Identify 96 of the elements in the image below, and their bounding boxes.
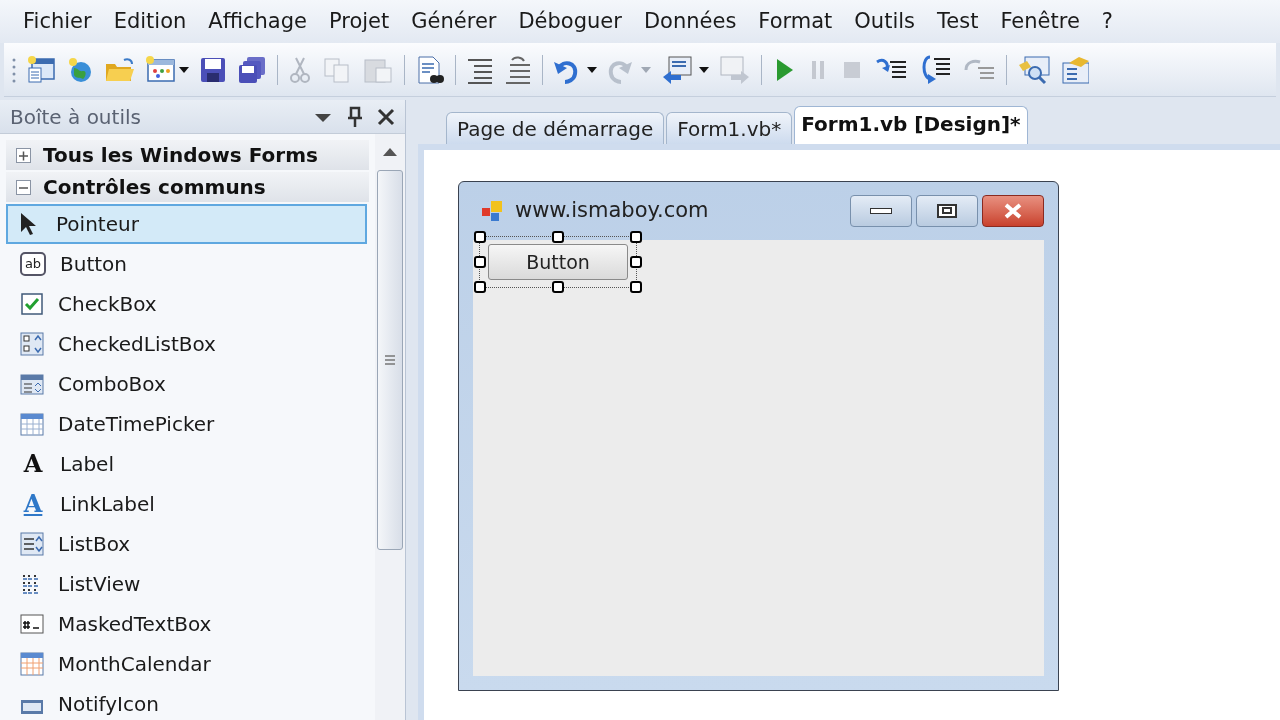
dropdown-icon[interactable] — [315, 113, 331, 124]
item-label: MaskedTextBox — [58, 611, 212, 638]
caret-icon[interactable] — [587, 66, 597, 73]
form-icon — [479, 199, 505, 223]
resize-handle[interactable] — [630, 281, 642, 293]
close-button[interactable] — [982, 195, 1044, 227]
item-label: Pointeur — [56, 211, 139, 238]
item-label: LinkLabel — [60, 491, 155, 518]
menu-item[interactable]: Test — [928, 5, 988, 38]
add-item-icon[interactable] — [146, 55, 176, 84]
navigate-back-icon[interactable] — [661, 54, 693, 85]
item-label: ListView — [58, 571, 141, 598]
maximize-button[interactable] — [916, 195, 978, 227]
toolbox-item[interactable]: A LinkLabel — [6, 484, 367, 524]
resize-handle[interactable] — [474, 231, 486, 243]
pin-icon[interactable] — [347, 105, 363, 128]
menu-item[interactable]: Edition — [104, 5, 196, 38]
link-letter-icon: A — [20, 492, 46, 516]
document-search-icon[interactable] — [415, 54, 445, 85]
minimize-button[interactable] — [850, 195, 912, 227]
category-header[interactable]: Contrôles communs — [6, 172, 369, 202]
menu-item[interactable]: Déboguer — [509, 5, 631, 38]
item-label: CheckBox — [58, 291, 157, 318]
document-tab[interactable]: Page de démarrage — [446, 112, 665, 144]
expand-icon[interactable] — [16, 147, 31, 163]
item-label: Button — [60, 251, 127, 278]
toolbox-item[interactable]: NotifyIcon — [6, 684, 367, 720]
menu-item[interactable]: Affichage — [199, 5, 316, 38]
letter-icon: A — [20, 452, 46, 476]
item-label: ComboBox — [58, 371, 166, 398]
menu-item[interactable]: Outils — [845, 5, 925, 38]
maximize-icon — [937, 204, 957, 218]
toolbox-item[interactable]: ListBox — [6, 524, 367, 564]
menu-item[interactable]: ? — [1092, 5, 1122, 38]
form-button[interactable]: Button — [488, 244, 628, 280]
combo-box-icon — [20, 372, 44, 396]
toolbox-item[interactable]: A Label — [6, 444, 367, 484]
panel-title: Boîte à outils — [10, 103, 142, 131]
toolbox-item[interactable]: DateTimePicker — [6, 404, 367, 444]
category-label: Contrôles communs — [43, 174, 266, 201]
item-label: NotifyIcon — [58, 691, 159, 718]
properties-icon[interactable] — [1061, 54, 1089, 85]
item-label: MonthCalendar — [58, 651, 211, 678]
toolbox-item[interactable]: MaskedTextBox — [6, 604, 367, 644]
outdent-icon[interactable] — [504, 55, 532, 84]
globe-icon[interactable] — [66, 55, 94, 84]
scrollbar[interactable] — [375, 134, 405, 720]
resize-handle[interactable] — [474, 256, 486, 268]
window-title: www.ismaboy.com — [515, 197, 710, 225]
resize-handle[interactable] — [630, 231, 642, 243]
masked-field-icon — [20, 612, 44, 636]
toolbox-item[interactable]: MonthCalendar — [6, 644, 367, 684]
toolbox-item[interactable]: ComboBox — [6, 364, 367, 404]
save-icon[interactable] — [199, 55, 227, 84]
toolbox-item[interactable]: Pointeur — [6, 204, 367, 244]
category-label: Tous les Windows Forms — [43, 142, 318, 169]
calendar-icon — [20, 652, 44, 676]
menu-item[interactable]: Fichier — [14, 5, 101, 38]
toolbox-item[interactable]: ListView — [6, 564, 367, 604]
toolbox-item[interactable]: CheckedListBox — [6, 324, 367, 364]
document-tab[interactable]: Form1.vb [Design]* — [794, 106, 1028, 144]
find-window-icon[interactable] — [1017, 54, 1051, 85]
toolbox-item[interactable]: CheckBox — [6, 284, 367, 324]
calendar-grid-icon — [20, 412, 44, 436]
minimize-icon — [870, 208, 892, 214]
menu-item[interactable]: Format — [749, 5, 842, 38]
button-control-icon: ab — [20, 252, 46, 276]
grip-icon — [384, 354, 396, 366]
menu-item[interactable]: Projet — [319, 5, 399, 38]
caret-icon[interactable] — [179, 66, 189, 73]
resize-handle[interactable] — [552, 231, 564, 243]
category-header[interactable]: Tous les Windows Forms — [6, 140, 369, 170]
menu-item[interactable]: Générer — [402, 5, 506, 38]
close-icon[interactable] — [377, 107, 395, 126]
collapse-icon[interactable] — [16, 179, 31, 195]
menu-item[interactable]: Données — [634, 5, 746, 38]
list-box-icon — [20, 532, 44, 556]
item-label: DateTimePicker — [58, 411, 215, 438]
checkbox-icon — [20, 292, 44, 316]
item-label: CheckedListBox — [58, 331, 216, 358]
document-tab[interactable]: Form1.vb* — [666, 112, 793, 144]
scroll-thumb[interactable] — [377, 170, 403, 550]
save-all-icon[interactable] — [237, 55, 267, 84]
caret-icon[interactable] — [699, 66, 709, 73]
item-label: Label — [60, 451, 114, 478]
grip-icon — [12, 56, 16, 83]
resize-handle[interactable] — [630, 256, 642, 268]
close-icon — [1003, 203, 1023, 219]
checked-list-icon — [20, 332, 44, 356]
toolbox-item[interactable]: ab Button — [6, 244, 367, 284]
new-project-icon[interactable] — [26, 55, 56, 84]
menu-item[interactable]: Fenêtre — [991, 5, 1089, 38]
resize-handle[interactable] — [474, 281, 486, 293]
scroll-up-icon[interactable] — [383, 148, 397, 156]
resize-handle[interactable] — [552, 281, 564, 293]
item-label: ListBox — [58, 531, 131, 558]
